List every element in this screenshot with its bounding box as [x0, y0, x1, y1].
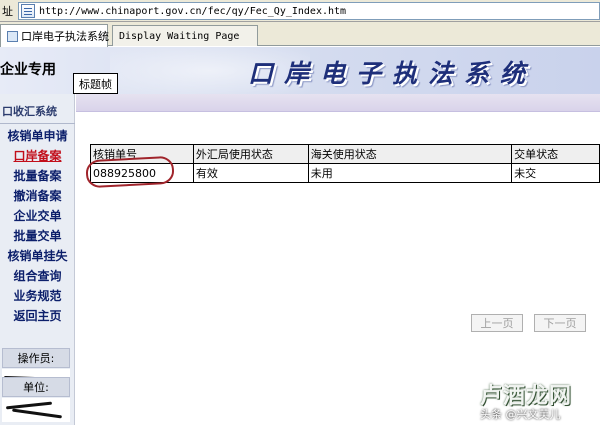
- page-icon: [7, 30, 18, 42]
- address-input[interactable]: http://www.chinaport.gov.cn/fec/qy/Fec_Q…: [18, 2, 600, 20]
- tab-label: Display Waiting Page: [119, 30, 240, 42]
- sidebar-item-rules[interactable]: 业务规范: [0, 286, 75, 306]
- content-top-bar: [76, 94, 600, 112]
- sidebar-item-batch-submit[interactable]: 批量交单: [0, 226, 75, 246]
- sidebar-item-batch-filing[interactable]: 批量备案: [0, 166, 75, 186]
- sidebar: 口收汇系统 核销单申请 口岸备案 批量备案 撤消备案 企业交单 批量交单 核销单…: [0, 94, 75, 425]
- address-label: 址: [2, 4, 13, 18]
- watermark-credit: 头条 @兴文芙儿: [480, 408, 561, 421]
- tab-strip: 口岸电子执法系统 Display Waiting Page: [0, 22, 600, 47]
- sidebar-item-port-filing[interactable]: 口岸备案: [0, 146, 75, 166]
- next-page-button[interactable]: 下一页: [534, 314, 586, 332]
- table-cell-submit-status: 未交: [511, 163, 600, 183]
- address-url[interactable]: http://www.chinaport.gov.cn/fec/qy/Fec_Q…: [39, 6, 346, 17]
- table-header-row: 核销单号 外汇局使用状态 海关使用状态 交单状态: [90, 144, 600, 164]
- column-header: 交单状态: [511, 144, 600, 164]
- sidebar-item-report-loss[interactable]: 核销单挂失: [0, 246, 75, 266]
- sidebar-nav: 核销单申请 口岸备案 批量备案 撤消备案 企业交单 批量交单 核销单挂失 组合查…: [0, 126, 75, 326]
- table-cell-verification-no[interactable]: 088925800: [90, 163, 194, 183]
- redaction-mark: [12, 408, 62, 419]
- sidebar-item-query[interactable]: 组合查询: [0, 266, 75, 286]
- tab-label: 口岸电子执法系统: [21, 30, 109, 43]
- sidebar-item-apply[interactable]: 核销单申请: [0, 126, 75, 146]
- table-cell-forex-status: 有效: [192, 163, 309, 183]
- sidebar-item-cancel-filing[interactable]: 撤消备案: [0, 186, 75, 206]
- main-content: 核销单号 外汇局使用状态 海关使用状态 交单状态 088925800 有效 未用…: [76, 94, 600, 425]
- frame-label: 标题帧: [73, 73, 118, 94]
- column-header: 海关使用状态: [307, 144, 513, 164]
- tab-port-system[interactable]: 口岸电子执法系统: [0, 24, 109, 47]
- sidebar-item-submit[interactable]: 企业交单: [0, 206, 75, 226]
- column-header: 外汇局使用状态: [192, 144, 309, 164]
- table-row: 088925800 有效 未用 未交: [90, 163, 600, 183]
- sidebar-section-title: 口收汇系统: [0, 98, 75, 124]
- filing-table: 核销单号 外汇局使用状态 海关使用状态 交单状态 088925800 有效 未用…: [90, 144, 600, 183]
- operator-label: 操作员:: [2, 348, 70, 368]
- tab-display-waiting[interactable]: Display Waiting Page: [112, 25, 258, 46]
- page-icon: [21, 4, 35, 18]
- prev-page-button[interactable]: 上一页: [471, 314, 523, 332]
- unit-value: [2, 398, 70, 422]
- sidebar-item-home[interactable]: 返回主页: [0, 306, 75, 326]
- address-bar: 址 http://www.chinaport.gov.cn/fec/qy/Fec…: [0, 0, 600, 22]
- unit-label: 单位:: [2, 377, 70, 397]
- watermark: 卢酒龙网 头条 @兴文芙儿: [480, 378, 600, 425]
- enterprise-label: 企业专用: [0, 62, 56, 78]
- column-header: 核销单号: [90, 144, 194, 164]
- page-title: 口岸电子执法系统: [248, 59, 537, 88]
- table-cell-customs-status: 未用: [307, 163, 513, 183]
